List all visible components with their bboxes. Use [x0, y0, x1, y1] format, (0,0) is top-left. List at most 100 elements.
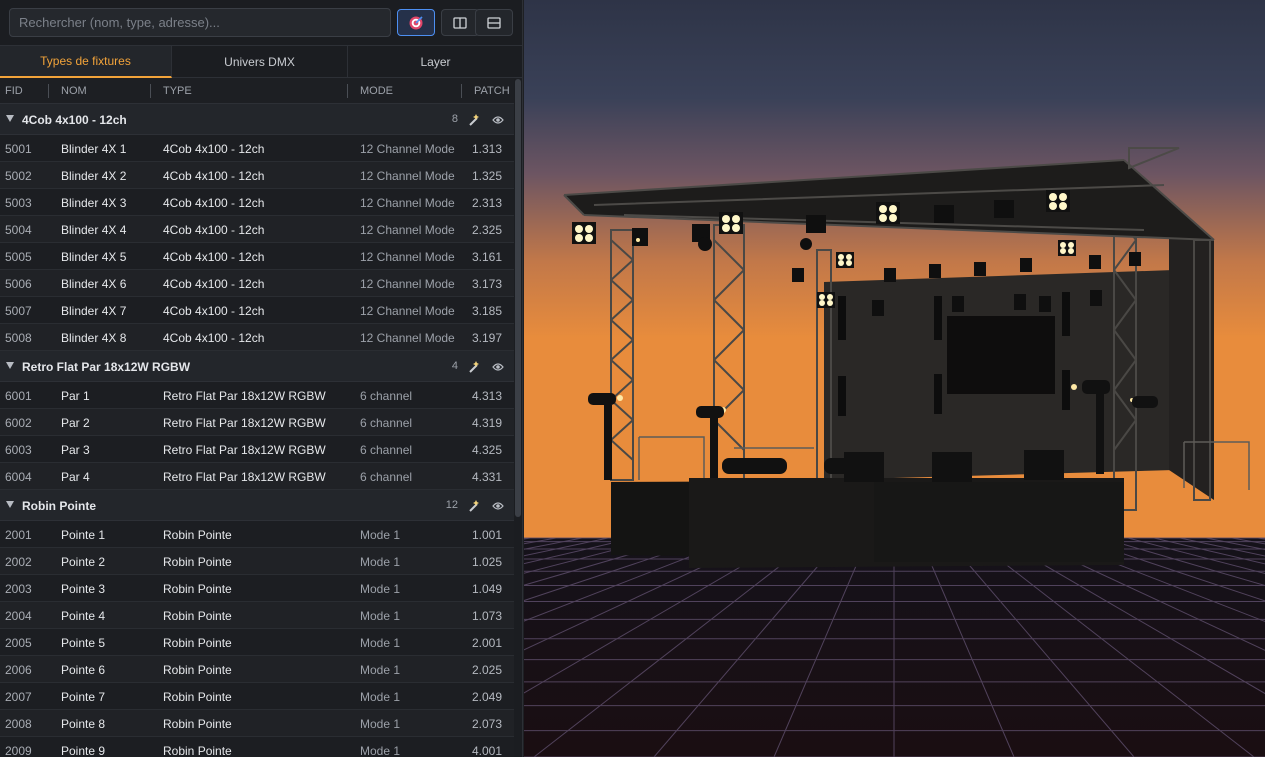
fixture-group-header[interactable]: 4Cob 4x100 - 12ch 8	[0, 104, 514, 135]
cell-type: Robin Pointe	[163, 582, 232, 596]
table-row[interactable]: 2003 Pointe 3 Robin Pointe Mode 1 1.049	[0, 575, 514, 602]
table-row[interactable]: 5003 Blinder 4X 3 4Cob 4x100 - 12ch 12 Chan…	[0, 189, 514, 216]
table-row[interactable]: 5002 Blinder 4X 2 4Cob 4x100 - 12ch 12 Chan…	[0, 162, 514, 189]
collapse-arrow-icon[interactable]	[6, 362, 14, 369]
table-row[interactable]: 6002 Par 2 Retro Flat Par 18x12W RGBW 6 cha…	[0, 409, 514, 436]
cell-nom: Par 4	[61, 470, 90, 484]
cell-mode: 12 Channel Mode	[360, 250, 455, 264]
column-resizer[interactable]	[48, 84, 49, 98]
column-header-nom[interactable]: NOM	[61, 85, 87, 97]
cell-nom: Blinder 4X 2	[61, 169, 127, 183]
tab-layer[interactable]: Layer	[348, 46, 522, 78]
table-row[interactable]: 5006 Blinder 4X 6 4Cob 4x100 - 12ch 12 Chan…	[0, 270, 514, 297]
table-row[interactable]: 5004 Blinder 4X 4 4Cob 4x100 - 12ch 12 Chan…	[0, 216, 514, 243]
cell-mode: 6 channel	[360, 443, 413, 457]
visibility-eye-icon[interactable]	[492, 361, 504, 375]
cell-patch: 1.001	[471, 528, 502, 542]
cell-fid: 2002	[5, 555, 32, 569]
table-row[interactable]: 5007 Blinder 4X 7 4Cob 4x100 - 12ch 12 Chan…	[0, 297, 514, 324]
table-row[interactable]: 2006 Pointe 6 Robin Pointe Mode 1 2.025	[0, 656, 514, 683]
cell-mode: Mode 1	[360, 717, 401, 731]
table-row[interactable]: 6004 Par 4 Retro Flat Par 18x12W RGBW 6 cha…	[0, 463, 514, 490]
column-resizer[interactable]	[347, 84, 348, 98]
cell-patch: 1.313	[471, 142, 502, 156]
visibility-eye-icon[interactable]	[492, 500, 504, 514]
cell-fid: 5002	[5, 169, 32, 183]
visibility-eye-icon[interactable]	[492, 114, 504, 128]
highlight-icon[interactable]	[467, 113, 481, 130]
cell-nom: Pointe 8	[61, 717, 106, 731]
table-row[interactable]: 6001 Par 1 Retro Flat Par 18x12W RGBW 6 cha…	[0, 382, 514, 409]
split-vertical-button[interactable]	[441, 9, 479, 36]
cell-mode: 12 Channel Mode	[360, 223, 455, 237]
table-row[interactable]: 5005 Blinder 4X 5 4Cob 4x100 - 12ch 12 Chan…	[0, 243, 514, 270]
table-row[interactable]: 2008 Pointe 8 Robin Pointe Mode 1 2.073	[0, 710, 514, 737]
search-input[interactable]	[9, 8, 391, 37]
fixture-group-header[interactable]: Robin Pointe 12	[0, 490, 514, 521]
cell-nom: Pointe 3	[61, 582, 106, 596]
tab-univers-dmx[interactable]: Univers DMX	[172, 46, 348, 78]
cell-mode: 6 channel	[360, 470, 413, 484]
cell-mode: Mode 1	[360, 528, 401, 542]
table-row[interactable]: 2009 Pointe 9 Robin Pointe Mode 1 4.001	[0, 737, 514, 757]
cell-mode: 12 Channel Mode	[360, 196, 455, 210]
column-header-fid[interactable]: FID	[5, 85, 23, 97]
fixture-panel: Types de fixtures Univers DMX Layer FID …	[0, 0, 523, 757]
table-row[interactable]: 2001 Pointe 1 Robin Pointe Mode 1 1.001	[0, 521, 514, 548]
cell-patch: 2.049	[471, 690, 502, 704]
highlight-icon[interactable]	[467, 360, 481, 377]
cell-fid: 2005	[5, 636, 32, 650]
cell-fid: 5006	[5, 277, 32, 291]
cell-fid: 2004	[5, 609, 32, 623]
scrollbar-thumb[interactable]	[515, 79, 521, 517]
cell-fid: 2006	[5, 663, 32, 677]
cell-patch: 2.325	[471, 223, 502, 237]
cell-mode: 12 Channel Mode	[360, 277, 455, 291]
column-header-patch[interactable]: PATCH	[474, 85, 510, 97]
table-row[interactable]: 5001 Blinder 4X 1 4Cob 4x100 - 12ch 12 Chan…	[0, 135, 514, 162]
cell-mode: 6 channel	[360, 416, 413, 430]
cell-nom: Pointe 6	[61, 663, 106, 677]
cell-type: Robin Pointe	[163, 636, 232, 650]
cell-type: 4Cob 4x100 - 12ch	[163, 223, 265, 237]
cell-type: Retro Flat Par 18x12W RGBW	[163, 470, 326, 484]
split-horizontal-button[interactable]	[475, 9, 513, 36]
cell-type: Robin Pointe	[163, 690, 232, 704]
cell-type: 4Cob 4x100 - 12ch	[163, 250, 265, 264]
cell-type: Retro Flat Par 18x12W RGBW	[163, 389, 326, 403]
cell-mode: Mode 1	[360, 636, 401, 650]
table-scrollbar[interactable]	[514, 79, 522, 757]
3d-viewport[interactable]	[524, 0, 1265, 757]
cell-type: 4Cob 4x100 - 12ch	[163, 277, 265, 291]
group-count: 8	[451, 113, 458, 125]
fixture-group-header[interactable]: Retro Flat Par 18x12W RGBW 4	[0, 351, 514, 382]
cell-nom: Pointe 9	[61, 744, 106, 757]
table-row[interactable]: 6003 Par 3 Retro Flat Par 18x12W RGBW 6 cha…	[0, 436, 514, 463]
fixture-group-rows: 5001 Blinder 4X 1 4Cob 4x100 - 12ch 12 Chan…	[0, 135, 514, 351]
collapse-arrow-icon[interactable]	[6, 501, 14, 508]
table-row[interactable]: 2007 Pointe 7 Robin Pointe Mode 1 2.049	[0, 683, 514, 710]
stage-scene	[524, 0, 1265, 757]
table-row[interactable]: 2004 Pointe 4 Robin Pointe Mode 1 1.073	[0, 602, 514, 629]
cell-patch: 4.319	[471, 416, 502, 430]
cell-mode: Mode 1	[360, 744, 401, 757]
cell-fid: 5008	[5, 331, 32, 345]
column-resizer[interactable]	[461, 84, 462, 98]
cell-nom: Pointe 2	[61, 555, 106, 569]
cell-type: 4Cob 4x100 - 12ch	[163, 196, 265, 210]
collapse-arrow-icon[interactable]	[6, 115, 14, 122]
highlight-icon[interactable]	[467, 499, 481, 516]
target-button[interactable]	[397, 9, 435, 36]
tab-types-de-fixtures[interactable]: Types de fixtures	[0, 46, 172, 78]
column-header-type[interactable]: TYPE	[163, 85, 192, 97]
cell-fid: 5004	[5, 223, 32, 237]
column-header-mode[interactable]: MODE	[360, 85, 393, 97]
cell-mode: 12 Channel Mode	[360, 304, 455, 318]
table-row[interactable]: 2002 Pointe 2 Robin Pointe Mode 1 1.025	[0, 548, 514, 575]
table-row[interactable]: 5008 Blinder 4X 8 4Cob 4x100 - 12ch 12 Chan…	[0, 324, 514, 351]
cell-type: Robin Pointe	[163, 717, 232, 731]
column-resizer[interactable]	[150, 84, 151, 98]
cell-nom: Blinder 4X 3	[61, 196, 127, 210]
cell-patch: 3.197	[471, 331, 502, 345]
table-row[interactable]: 2005 Pointe 5 Robin Pointe Mode 1 2.001	[0, 629, 514, 656]
